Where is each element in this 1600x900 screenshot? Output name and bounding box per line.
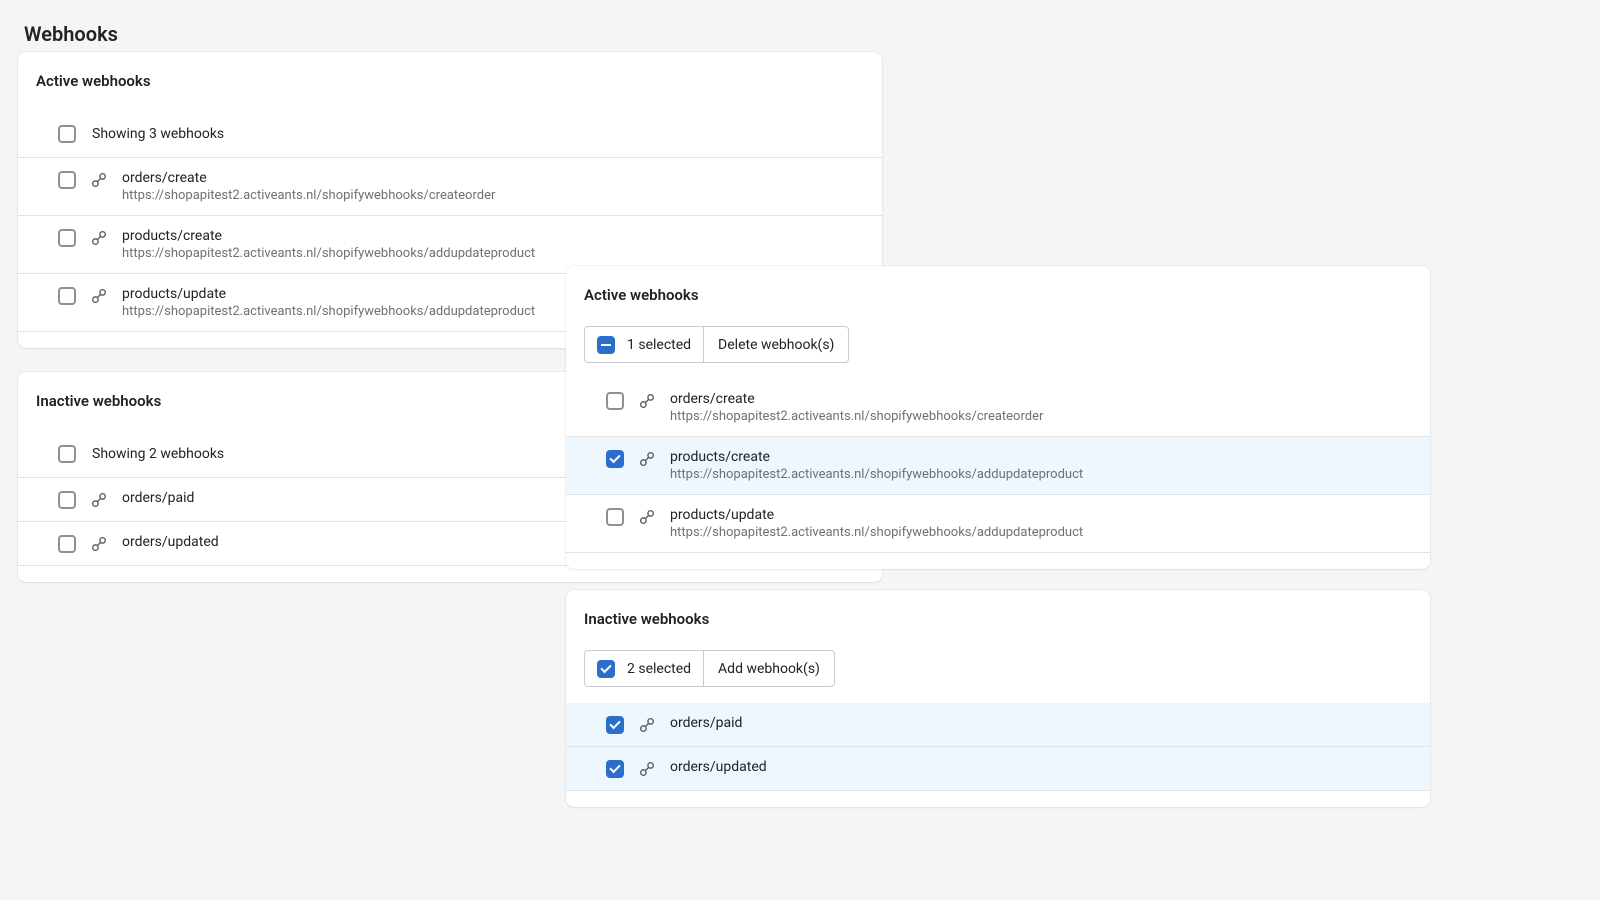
webhook-url: https://shopapitest2.activeants.nl/shopi… bbox=[670, 525, 1083, 540]
webhook-icon bbox=[90, 287, 108, 305]
webhook-topic: products/create bbox=[122, 228, 535, 244]
webhook-row: orders/create https://shopapitest2.activ… bbox=[18, 158, 882, 216]
select-all-checkbox[interactable] bbox=[597, 336, 615, 354]
webhook-url: https://shopapitest2.activeants.nl/shopi… bbox=[670, 467, 1083, 482]
row-checkbox[interactable] bbox=[606, 716, 624, 734]
summary-text: Showing 3 webhooks bbox=[92, 126, 224, 142]
row-checkbox[interactable] bbox=[58, 171, 76, 189]
webhook-topic: orders/updated bbox=[670, 759, 767, 775]
webhook-topic: products/create bbox=[670, 449, 1083, 465]
select-all-checkbox[interactable] bbox=[58, 445, 76, 463]
webhook-row: orders/create https://shopapitest2.activ… bbox=[566, 379, 1430, 437]
webhook-icon bbox=[90, 171, 108, 189]
card-title: Active webhooks bbox=[566, 266, 1430, 326]
webhook-url: https://shopapitest2.activeants.nl/shopi… bbox=[122, 188, 495, 203]
webhook-url: https://shopapitest2.activeants.nl/shopi… bbox=[122, 304, 535, 319]
row-checkbox[interactable] bbox=[606, 508, 624, 526]
active-webhooks-card-selected: Active webhooks 1 selected Delete webhoo… bbox=[566, 266, 1430, 569]
card-title: Active webhooks bbox=[18, 52, 882, 112]
webhook-row: products/update https://shopapitest2.act… bbox=[566, 495, 1430, 553]
selected-count: 1 selected bbox=[627, 337, 691, 353]
webhook-icon bbox=[638, 392, 656, 410]
row-checkbox[interactable] bbox=[58, 287, 76, 305]
webhook-topic: orders/updated bbox=[122, 534, 219, 550]
webhook-url: https://shopapitest2.activeants.nl/shopi… bbox=[122, 246, 535, 261]
bulk-action-toolbar: 2 selected Add webhook(s) bbox=[584, 650, 835, 687]
row-checkbox[interactable] bbox=[606, 760, 624, 778]
webhook-topic: orders/create bbox=[122, 170, 495, 186]
webhook-icon bbox=[638, 508, 656, 526]
summary-text: Showing 2 webhooks bbox=[92, 446, 224, 462]
webhook-row: orders/updated bbox=[566, 747, 1430, 791]
card-title: Inactive webhooks bbox=[566, 590, 1430, 650]
row-checkbox[interactable] bbox=[58, 229, 76, 247]
webhook-topic: orders/create bbox=[670, 391, 1043, 407]
webhook-icon bbox=[90, 491, 108, 509]
add-webhooks-button[interactable]: Add webhook(s) bbox=[704, 653, 834, 685]
webhook-url: https://shopapitest2.activeants.nl/shopi… bbox=[670, 409, 1043, 424]
webhook-icon bbox=[638, 716, 656, 734]
inactive-webhooks-card-selected: Inactive webhooks 2 selected Add webhook… bbox=[566, 590, 1430, 807]
webhook-topic: products/update bbox=[122, 286, 535, 302]
webhook-icon bbox=[638, 450, 656, 468]
webhook-topic: orders/paid bbox=[670, 715, 742, 731]
webhook-topic: orders/paid bbox=[122, 490, 194, 506]
select-all-checkbox[interactable] bbox=[597, 660, 615, 678]
webhook-row: orders/paid bbox=[566, 703, 1430, 747]
row-checkbox[interactable] bbox=[58, 535, 76, 553]
row-checkbox[interactable] bbox=[606, 392, 624, 410]
bulk-action-toolbar: 1 selected Delete webhook(s) bbox=[584, 326, 849, 363]
row-checkbox[interactable] bbox=[58, 491, 76, 509]
select-all-checkbox[interactable] bbox=[58, 125, 76, 143]
webhook-icon bbox=[638, 760, 656, 778]
webhook-row: products/create https://shopapitest2.act… bbox=[566, 437, 1430, 495]
webhook-icon bbox=[90, 229, 108, 247]
delete-webhooks-button[interactable]: Delete webhook(s) bbox=[704, 329, 848, 361]
selected-count: 2 selected bbox=[627, 661, 691, 677]
row-checkbox[interactable] bbox=[606, 450, 624, 468]
list-header: Showing 3 webhooks bbox=[18, 112, 882, 158]
webhook-icon bbox=[90, 535, 108, 553]
webhook-topic: products/update bbox=[670, 507, 1083, 523]
